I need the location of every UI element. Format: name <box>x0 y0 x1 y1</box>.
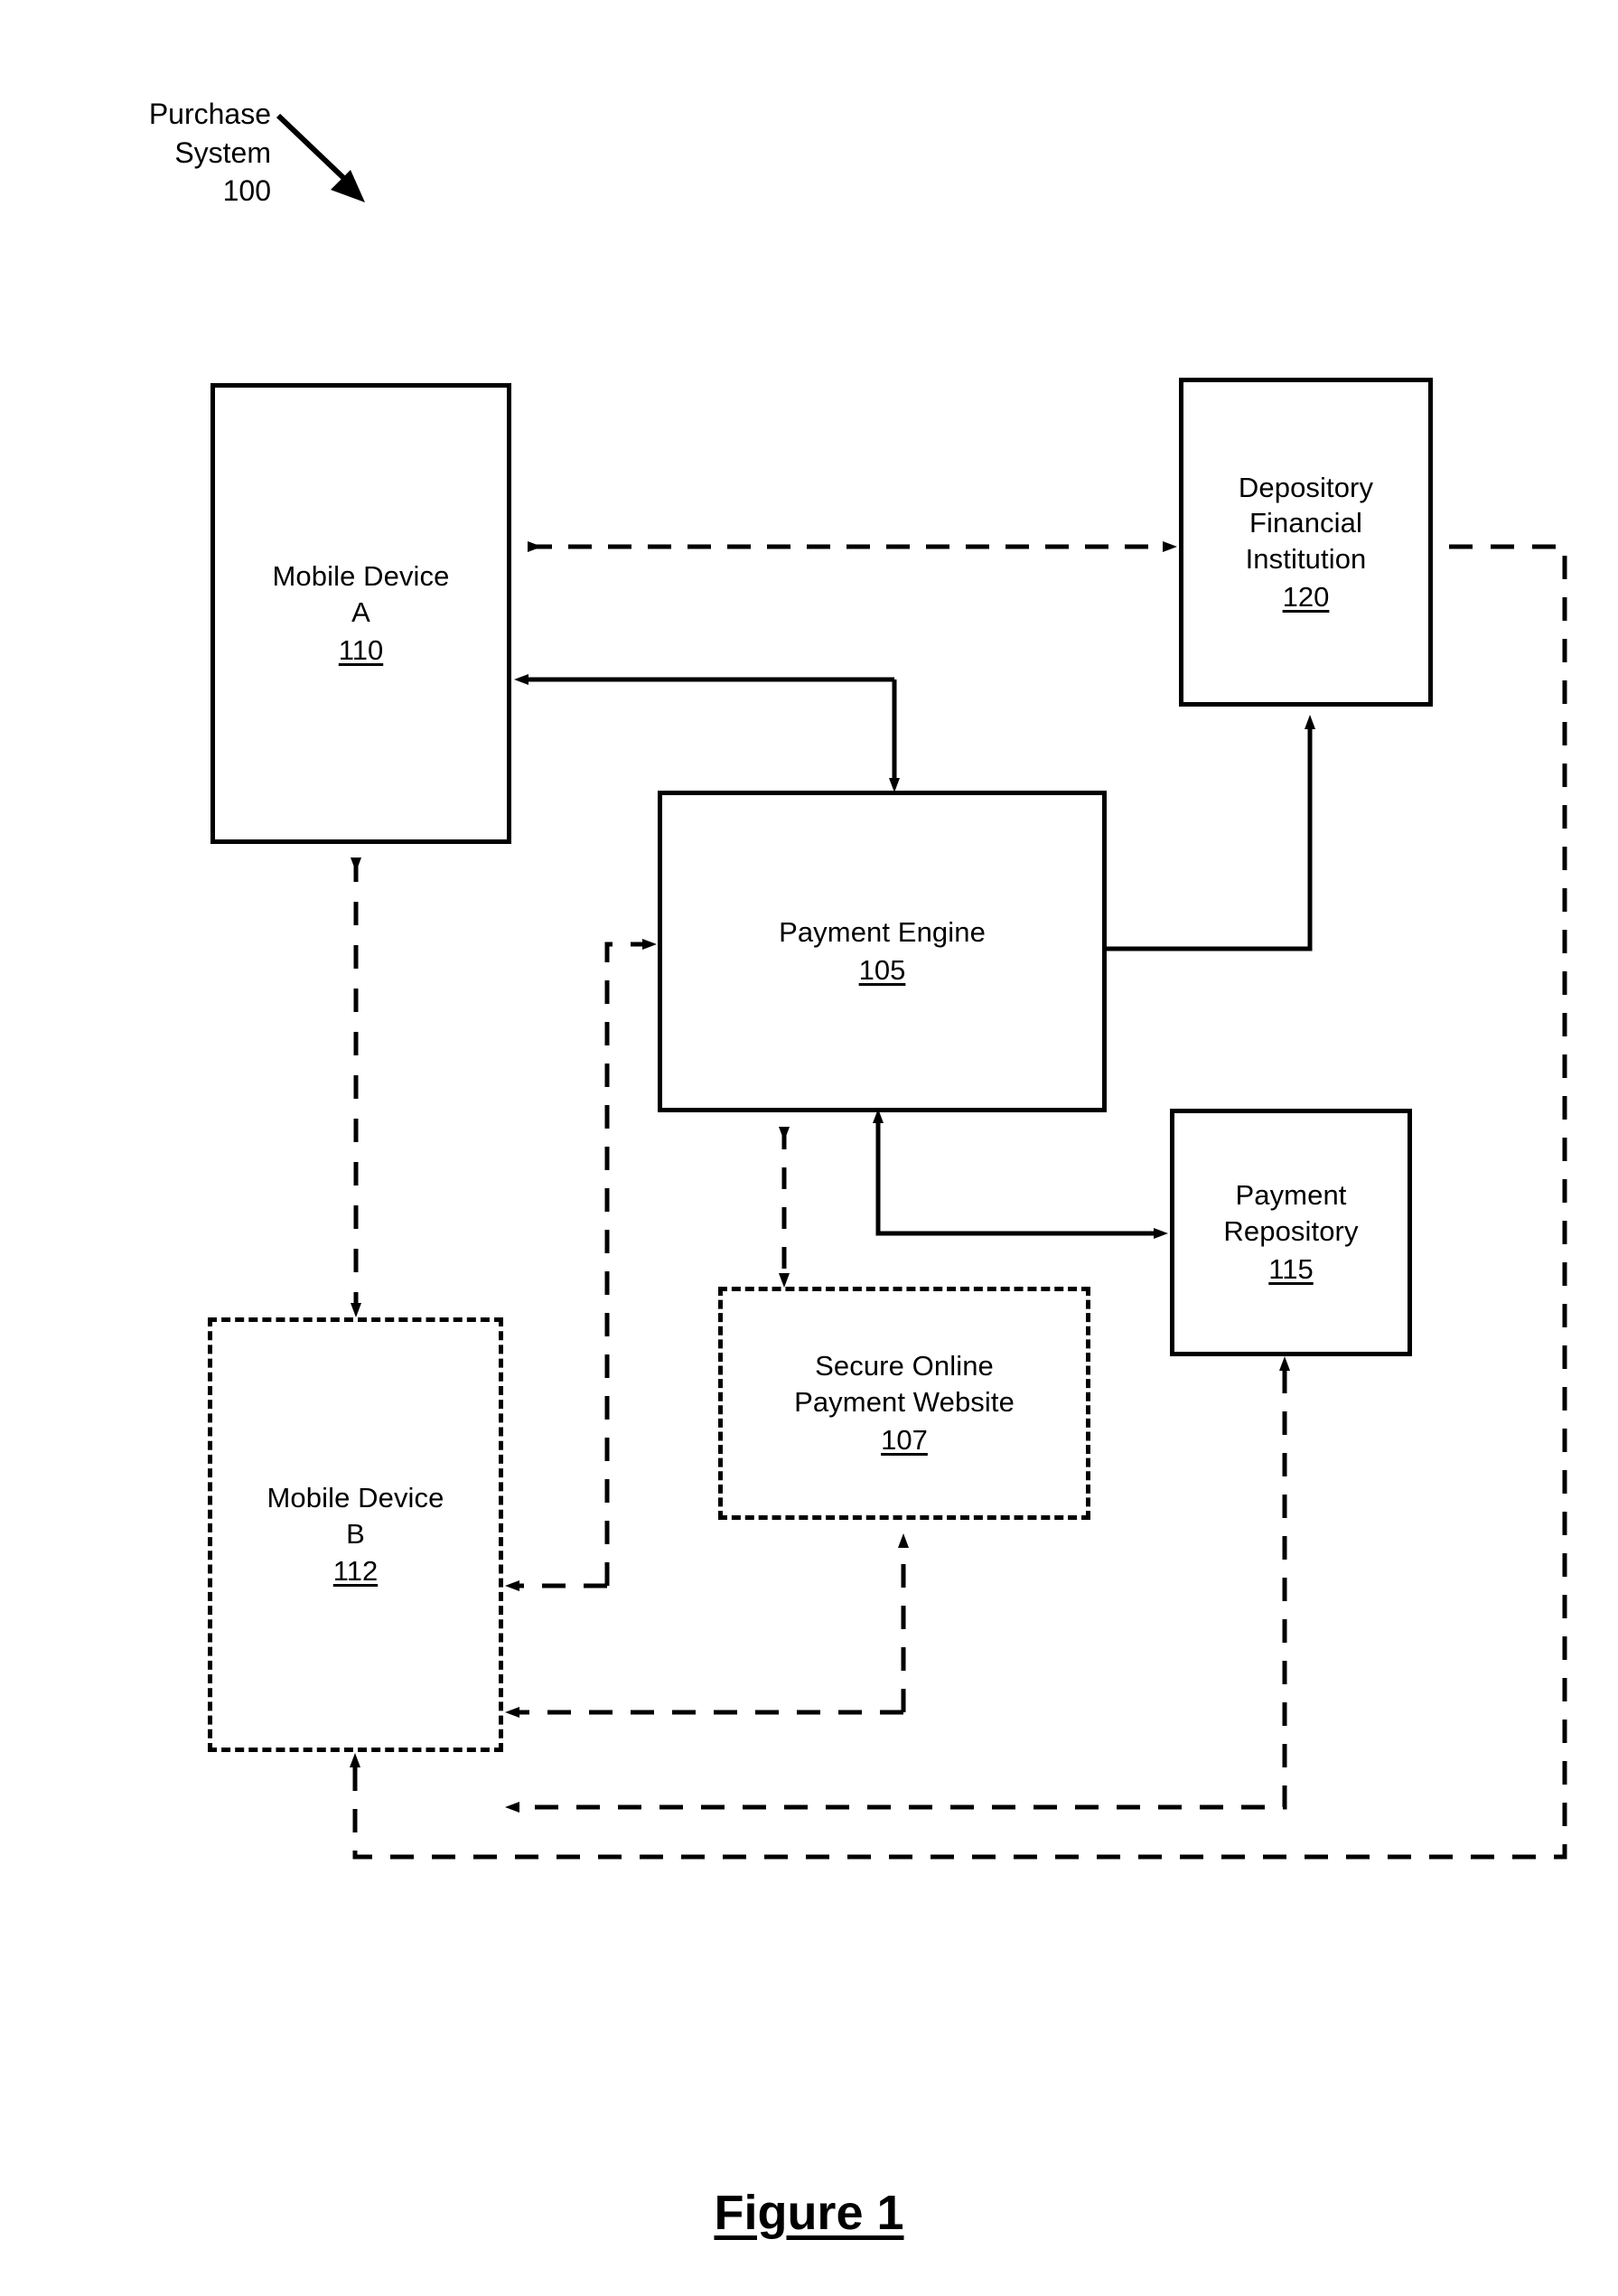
figure-canvas: Depository Financial Institution --> Mob… <box>0 0 1618 2296</box>
node-website-line-2: Payment Website <box>794 1386 1015 1419</box>
node-dfi-ref: 120 <box>1282 580 1330 613</box>
figure-caption-text: Figure 1 <box>714 2186 904 2240</box>
node-depository-financial-institution[interactable]: Depository Financial Institution 120 <box>1179 378 1433 707</box>
node-dfi-line-1: Depository <box>1238 471 1374 503</box>
connector-engine-to-repository <box>873 1109 1168 1239</box>
node-payment-repository-line-2: Repository <box>1223 1215 1359 1248</box>
connector-engine-to-mobile-a <box>514 674 900 792</box>
connector-engine-to-dfi <box>1107 715 1315 951</box>
node-payment-repository[interactable]: Payment Repository 115 <box>1170 1109 1412 1356</box>
node-payment-repository-ref: 115 <box>1268 1252 1314 1285</box>
node-payment-engine[interactable]: Payment Engine 105 <box>658 791 1107 1112</box>
node-payment-engine-ref: 105 <box>858 954 906 986</box>
node-mobile-device-a-line-2: A <box>351 596 370 629</box>
callout-line-3: 100 <box>222 174 271 208</box>
node-secure-online-payment-website[interactable]: Secure Online Payment Website 107 <box>718 1287 1090 1520</box>
connector-mobile-b-to-engine <box>505 939 657 1591</box>
figure-caption: Figure 1 <box>0 2185 1618 2241</box>
node-mobile-device-b-ref: 112 <box>332 1555 379 1588</box>
node-website-line-1: Secure Online <box>815 1350 994 1382</box>
callout-arrow-icon <box>276 113 365 202</box>
node-mobile-device-b[interactable]: Mobile Device B 112 <box>208 1317 503 1752</box>
node-mobile-device-a-ref: 110 <box>338 633 384 666</box>
node-mobile-device-a[interactable]: Mobile Device A 110 <box>210 383 511 844</box>
callout-line-1: Purchase <box>148 98 271 130</box>
connector-website-to-mobile-b <box>505 1533 909 1718</box>
node-mobile-device-b-line-2: B <box>346 1517 365 1550</box>
figure-callout-label: Purchase System 100 <box>77 95 271 211</box>
node-payment-engine-line-1: Payment Engine <box>779 916 986 949</box>
node-mobile-device-a-line-1: Mobile Device <box>272 560 450 593</box>
callout-line-2: System <box>174 136 271 169</box>
node-payment-repository-line-1: Payment <box>1235 1179 1347 1212</box>
node-dfi-line-2: Financial <box>1249 507 1362 539</box>
node-website-ref: 107 <box>881 1423 928 1456</box>
node-dfi-line-3: Institution <box>1245 543 1367 575</box>
node-mobile-device-b-line-1: Mobile Device <box>267 1481 444 1513</box>
